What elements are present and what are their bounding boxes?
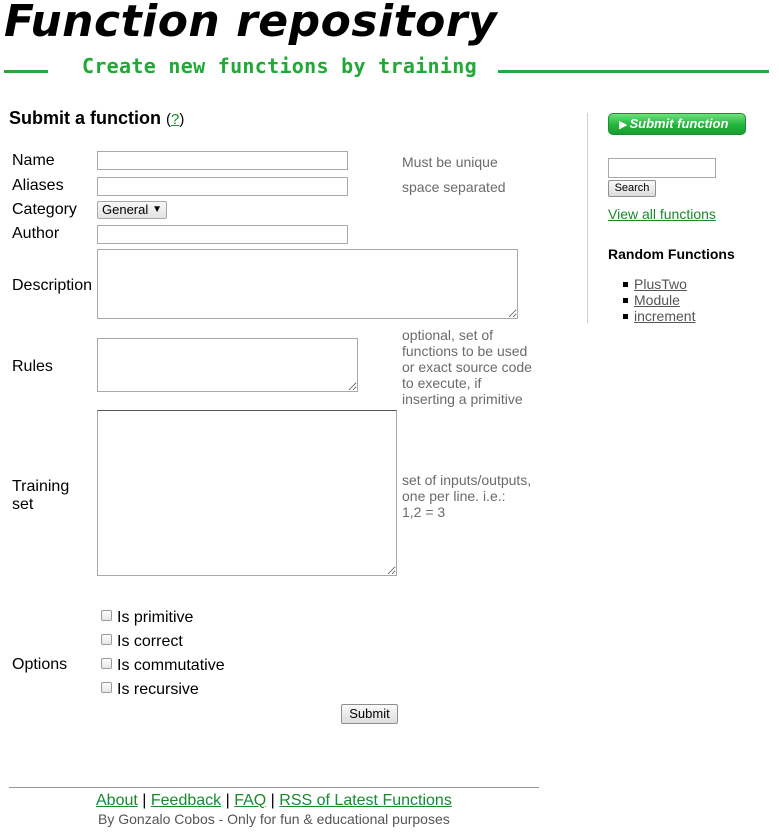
page: Function repository Create new functions… bbox=[0, 0, 779, 835]
name-hint: Must be unique bbox=[402, 154, 498, 170]
is-commutative-label: Is commutative bbox=[117, 657, 225, 674]
site-title: Function repository bbox=[4, 0, 498, 47]
is-primitive-checkbox[interactable] bbox=[101, 610, 112, 621]
sidebar-divider bbox=[587, 113, 588, 323]
view-all-functions-link[interactable]: View all functions bbox=[608, 206, 716, 222]
training-label-line: set bbox=[12, 496, 34, 513]
footer-separator: | bbox=[142, 792, 147, 809]
rules-hint-line: optional, set of bbox=[402, 327, 494, 343]
submit-function-button[interactable]: ▶ Submit function bbox=[608, 113, 746, 135]
is-correct-label: Is correct bbox=[117, 633, 183, 650]
is-recursive-checkbox[interactable] bbox=[101, 682, 112, 693]
rules-hint-line: to execute, if bbox=[402, 375, 482, 391]
footer-rule bbox=[9, 787, 539, 788]
footer-separator: | bbox=[225, 792, 230, 809]
submit-button[interactable]: Submit bbox=[341, 704, 398, 724]
training-hint-line: one per line. i.e.: bbox=[402, 488, 506, 504]
header-rule-right bbox=[498, 70, 769, 73]
footer-separator: | bbox=[270, 792, 275, 809]
aliases-label: Aliases bbox=[12, 177, 64, 194]
category-select[interactable]: General ▼ bbox=[97, 201, 167, 219]
footer-links: About | Feedback | FAQ | RSS of Latest F… bbox=[96, 792, 452, 810]
random-function-link[interactable]: PlusTwo bbox=[634, 276, 687, 292]
random-function-link[interactable]: increment bbox=[634, 308, 695, 324]
description-label: Description bbox=[12, 277, 93, 294]
list-item: Module bbox=[622, 292, 695, 308]
rules-hint-line: or exact source code bbox=[402, 359, 532, 375]
training-set-textarea[interactable] bbox=[97, 410, 397, 576]
play-icon: ▶ bbox=[619, 119, 628, 131]
about-link[interactable]: About bbox=[96, 792, 138, 809]
submit-function-label: Submit function bbox=[629, 116, 729, 131]
training-hint: set of inputs/outputs, one per line. i.e… bbox=[402, 472, 531, 520]
aliases-hint: space separated bbox=[402, 179, 506, 195]
help-close-paren: ) bbox=[179, 111, 185, 128]
rules-label: Rules bbox=[12, 358, 53, 375]
list-item: PlusTwo bbox=[622, 276, 695, 292]
faq-link[interactable]: FAQ bbox=[234, 792, 266, 809]
feedback-link[interactable]: Feedback bbox=[151, 792, 221, 809]
rules-hint: optional, set of functions to be used or… bbox=[402, 327, 532, 407]
search-input[interactable] bbox=[608, 158, 716, 178]
form-heading: Submit a function (?) bbox=[9, 107, 184, 131]
author-input[interactable] bbox=[97, 225, 348, 244]
rules-hint-line: functions to be used bbox=[402, 343, 528, 359]
help-wrapper: (?) bbox=[166, 111, 184, 128]
search-button[interactable]: Search bbox=[608, 180, 656, 197]
category-label: Category bbox=[12, 201, 77, 218]
author-label: Author bbox=[12, 225, 60, 242]
category-select-value: General bbox=[102, 202, 149, 217]
training-hint-line: 1,2 = 3 bbox=[402, 504, 446, 520]
description-textarea[interactable] bbox=[97, 249, 518, 319]
random-function-link[interactable]: Module bbox=[634, 292, 680, 308]
list-item: increment bbox=[622, 308, 695, 324]
rules-textarea[interactable] bbox=[97, 338, 358, 392]
is-correct-checkbox[interactable] bbox=[101, 634, 112, 645]
aliases-input[interactable] bbox=[97, 177, 348, 196]
rules-hint-line: inserting a primitive bbox=[402, 391, 523, 407]
random-functions-list: PlusTwo Module increment bbox=[622, 276, 695, 324]
triangle-down-icon: ▼ bbox=[152, 204, 162, 215]
options-label: Options bbox=[12, 656, 68, 673]
name-input[interactable] bbox=[97, 151, 348, 170]
name-label: Name bbox=[12, 152, 55, 169]
is-recursive-label: Is recursive bbox=[117, 681, 199, 698]
training-hint-line: set of inputs/outputs, bbox=[402, 472, 532, 488]
is-primitive-label: Is primitive bbox=[117, 609, 194, 626]
is-commutative-checkbox[interactable] bbox=[101, 658, 112, 669]
form-heading-text: Submit a function bbox=[9, 108, 161, 128]
training-label-line: Training bbox=[12, 478, 70, 495]
random-functions-heading: Random Functions bbox=[608, 246, 735, 262]
site-tagline: Create new functions by training bbox=[82, 54, 477, 78]
header-rule-left bbox=[4, 70, 48, 73]
footer-credit: By Gonzalo Cobos - Only for fun & educat… bbox=[98, 811, 450, 827]
rss-link[interactable]: RSS of Latest Functions bbox=[279, 792, 452, 809]
training-set-label: Training set bbox=[12, 478, 69, 514]
